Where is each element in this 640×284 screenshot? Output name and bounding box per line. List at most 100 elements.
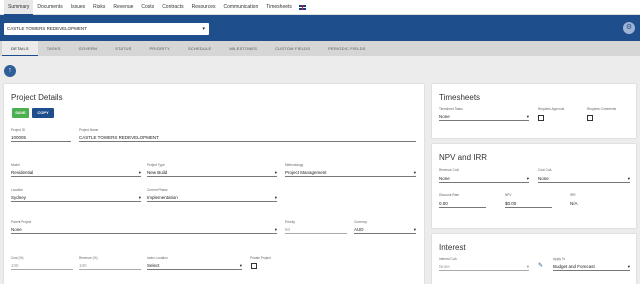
parent-project-select[interactable]: None ▾	[11, 226, 277, 234]
project-select-value: CASTLE TOWERS REDEVELOPMENT	[7, 26, 87, 31]
gear-icon[interactable]: ⚙	[623, 22, 635, 34]
currency-select[interactable]: AUD ▾	[354, 226, 416, 234]
tab-periodic-fields[interactable]: PERIODIC FIELDS	[319, 41, 374, 56]
caret-down-icon: ▾	[274, 170, 277, 175]
nav-resources[interactable]: Resources	[188, 0, 220, 15]
cost-coa-label: Cost CoA	[538, 168, 552, 172]
caret-down-icon: ▾	[413, 170, 416, 175]
methodology-select[interactable]: Project Management ▾	[285, 169, 416, 177]
caret-down-icon: ▾	[526, 114, 529, 119]
caret-down-icon: ▾	[526, 176, 529, 181]
index-location-select[interactable]: Select ▾	[147, 262, 242, 270]
priority-label: Priority	[285, 220, 295, 224]
tab-status[interactable]: STATUS	[106, 41, 140, 56]
location-select[interactable]: Sydney ▾	[11, 194, 141, 202]
tab-milestones[interactable]: MILESTONES	[220, 41, 266, 56]
uk-flag-icon[interactable]	[298, 4, 306, 10]
tab-custom-fields[interactable]: CUSTOM FIELDS	[266, 41, 319, 56]
caret-down-icon: ▾	[239, 263, 242, 268]
caret-down-icon: ▾	[413, 227, 416, 232]
private-project-checkbox[interactable]	[251, 263, 257, 269]
save-button[interactable]: SAVE	[12, 108, 29, 118]
priority-value: 50	[285, 227, 291, 232]
project-id-field[interactable]: 100005	[11, 134, 71, 142]
requires-comments-checkbox[interactable]	[587, 115, 593, 121]
project-name-value: CASTLE TOWERS REDEVELOPMENT	[79, 135, 159, 140]
revenue-label: Revenue (%)	[79, 256, 98, 260]
priority-field[interactable]: 50	[285, 226, 347, 234]
npv-label: NPV	[505, 193, 512, 197]
location-label: Location	[11, 188, 24, 192]
project-select[interactable]: CASTLE TOWERS REDEVELOPMENT ▾	[4, 23, 209, 35]
project-details-card: Project Details SAVE COPY Project ID 100…	[4, 84, 424, 284]
nav-documents[interactable]: Documents	[33, 0, 66, 15]
project-name-label: Project Name	[79, 128, 99, 132]
project-name-field[interactable]: CASTLE TOWERS REDEVELOPMENT	[79, 134, 416, 142]
caret-down-icon: ▾	[138, 195, 141, 200]
card-title: Project Details	[11, 93, 63, 102]
parent-project-value: None	[11, 227, 22, 232]
model-value: Residential	[11, 170, 34, 175]
project-id-value: 100005	[11, 135, 27, 140]
apply-to-label: Apply To	[553, 257, 566, 261]
current-phase-select[interactable]: Implementation ▾	[147, 194, 277, 202]
model-label: Model	[11, 163, 20, 167]
npv-value: $0.00	[505, 201, 517, 206]
chevron-down-icon: ▾	[202, 26, 205, 32]
current-phase-value: Implementation	[147, 195, 178, 200]
caret-down-icon: ▾	[138, 170, 141, 175]
pencil-icon[interactable]: ✎	[538, 262, 543, 269]
nav-costs[interactable]: Costs	[137, 0, 158, 15]
interest-coa-label: Interest CoA	[439, 257, 457, 261]
discount-rate-label: Discount Rate	[439, 193, 460, 197]
caret-down-icon: ▾	[526, 264, 529, 269]
project-bar: CASTLE TOWERS REDEVELOPMENT ▾ ⚙	[0, 15, 640, 41]
top-nav: Summary Documents Issues Risks Revenue C…	[0, 0, 640, 15]
cost-coa-select[interactable]: None ▾	[538, 175, 630, 183]
revenue-value: 100	[79, 263, 87, 268]
nav-issues[interactable]: Issues	[67, 0, 89, 15]
arrow-up-icon[interactable]: ↑	[4, 65, 16, 77]
current-phase-label: Current Phase	[147, 188, 168, 192]
tab-tasks[interactable]: TASKS	[38, 41, 70, 56]
cost-value: 100	[11, 263, 19, 268]
requires-approval-label: Requires Approval	[538, 107, 565, 111]
tab-details[interactable]: DETAILS	[2, 41, 38, 56]
caret-down-icon: ▾	[274, 227, 277, 232]
cost-field[interactable]: 100	[11, 262, 73, 270]
npv-irr-card: NPV and IRR Revenue CoA None ▾ Cost CoA N…	[432, 144, 636, 228]
irr-label: IRR	[570, 193, 576, 197]
caret-down-icon: ▾	[274, 195, 277, 200]
tab-priority[interactable]: PRIORITY	[141, 41, 180, 56]
requires-approval-checkbox[interactable]	[538, 115, 544, 121]
timesheets-card: Timesheets Timesheet Tasks None ▾ Require…	[432, 84, 636, 138]
model-select[interactable]: Residential ▾	[11, 169, 141, 177]
timesheet-tasks-select[interactable]: None ▾	[439, 113, 529, 121]
tab-govern[interactable]: GOVERN	[70, 41, 107, 56]
copy-button[interactable]: COPY	[32, 108, 54, 118]
project-type-select[interactable]: New Build ▾	[147, 169, 277, 177]
private-project-label: Private Project	[250, 256, 271, 260]
parent-project-label: Parent Project	[11, 220, 32, 224]
irr-value: N/A	[570, 201, 578, 206]
interest-coa-select[interactable]: None ▾	[439, 263, 529, 271]
revenue-coa-value: None	[439, 176, 450, 181]
nav-timesheets[interactable]: Timesheets	[262, 0, 296, 15]
caret-down-icon: ▾	[627, 176, 630, 181]
discount-rate-value: 0.00	[439, 201, 448, 206]
nav-communication[interactable]: Communication	[220, 0, 263, 15]
card-title: NPV and IRR	[439, 153, 488, 162]
nav-summary[interactable]: Summary	[4, 0, 34, 15]
project-type-value: New Build	[147, 170, 168, 175]
discount-rate-field[interactable]: 0.00	[439, 200, 486, 208]
revenue-field[interactable]: 100	[79, 262, 141, 270]
revenue-coa-select[interactable]: None ▾	[439, 175, 529, 183]
nav-risks[interactable]: Risks	[89, 0, 109, 15]
tab-schedule[interactable]: SCHEDULE	[179, 41, 220, 56]
detail-tabs: DETAILS TASKS GOVERN STATUS PRIORITY SCH…	[0, 41, 640, 56]
nav-contracts[interactable]: Contracts	[158, 0, 187, 15]
nav-revenue[interactable]: Revenue	[109, 0, 137, 15]
interest-coa-value: None	[439, 264, 450, 269]
currency-value: AUD	[354, 227, 364, 232]
apply-to-select[interactable]: Budget and Forecast ▾	[553, 263, 630, 271]
